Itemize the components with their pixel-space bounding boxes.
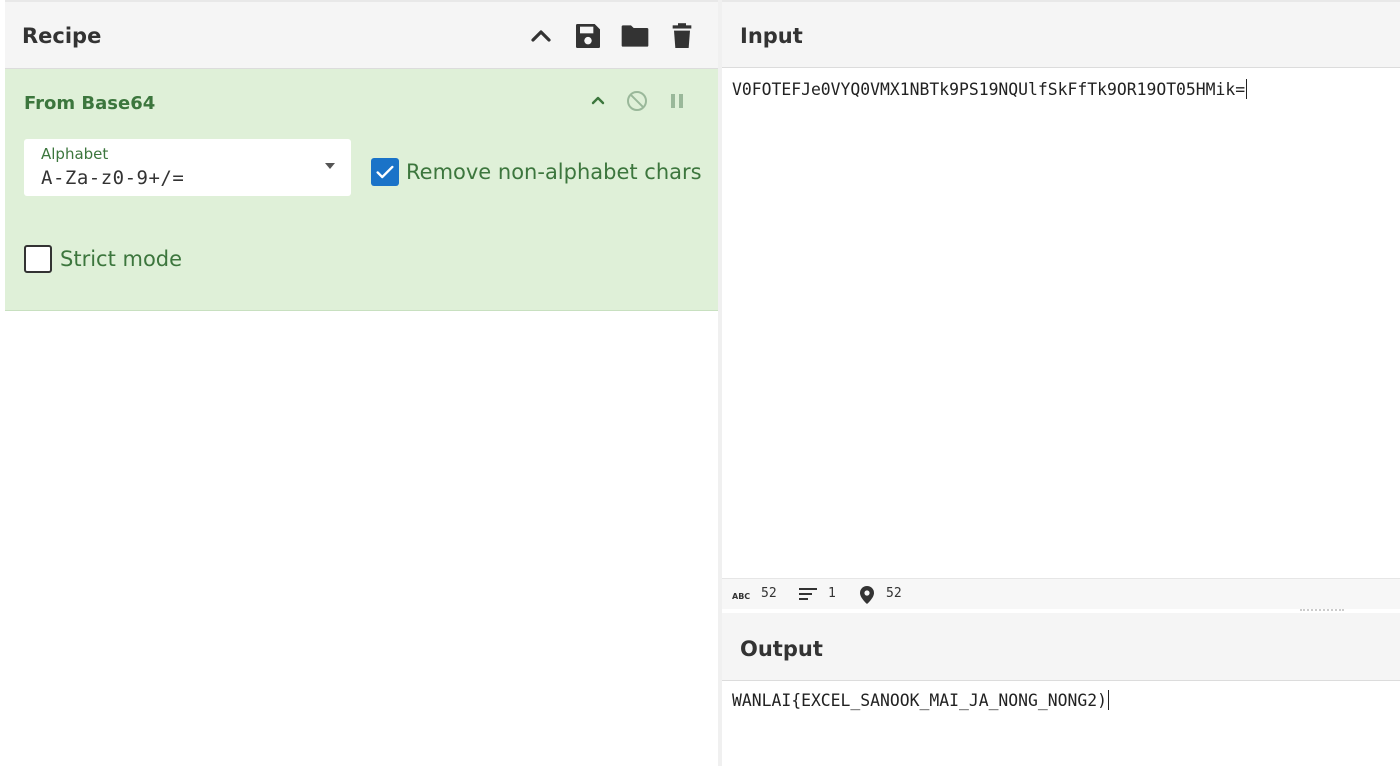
output-title: Output (740, 637, 823, 661)
alphabet-label: Alphabet (41, 145, 109, 163)
pause-icon[interactable] (665, 89, 689, 113)
output-header: Output (722, 613, 1400, 681)
check-icon (376, 165, 394, 179)
alphabet-select[interactable]: Alphabet A-Za-z0-9+/= (24, 139, 351, 196)
operation-from-base64: From Base64 Alphabet A-Za-z0-9+/= Remove… (5, 69, 718, 311)
input-header: Input (722, 0, 1400, 68)
svg-text:ABC: ABC (732, 592, 750, 601)
text-cursor (1107, 690, 1109, 710)
lines-icon (799, 587, 817, 605)
input-title: Input (740, 24, 803, 48)
chevron-down-icon (325, 163, 335, 169)
chevron-up-icon[interactable] (525, 20, 557, 52)
location-pin-icon (860, 586, 874, 608)
alphabet-value: A-Za-z0-9+/= (41, 167, 185, 189)
folder-icon[interactable] (619, 20, 651, 52)
input-status-bar: ABC 52 1 52 (722, 578, 1400, 609)
recipe-title: Recipe (22, 24, 102, 48)
length-value: 52 (761, 586, 777, 601)
strict-mode-label: Strict mode (60, 247, 183, 271)
position-value: 52 (886, 586, 902, 601)
input-textarea[interactable]: V0FOTEFJe0VYQ0VMX1NBTk9PS19NQUlfSkFfTk9O… (732, 79, 1248, 99)
output-text: WANLAI{EXCEL_SANOOK_MAI_JA_NONG_NONG2) (732, 691, 1107, 710)
trash-icon[interactable] (666, 20, 698, 52)
operation-title: From Base64 (24, 93, 156, 114)
recipe-header: Recipe (5, 0, 718, 69)
chevron-up-icon[interactable] (586, 89, 610, 113)
abc-length-icon: ABC (732, 589, 750, 605)
lines-value: 1 (828, 586, 836, 601)
save-icon[interactable] (572, 20, 604, 52)
remove-non-alphabet-checkbox[interactable] (371, 158, 399, 186)
output-textarea[interactable]: WANLAI{EXCEL_SANOOK_MAI_JA_NONG_NONG2) (732, 690, 1109, 710)
recipe-panel: Recipe From Base64 Alphabet A-Za-z0-9+/= (0, 0, 718, 766)
disable-icon[interactable] (625, 89, 649, 113)
text-cursor (1246, 79, 1248, 99)
strict-mode-checkbox[interactable] (24, 245, 52, 273)
remove-non-alphabet-label: Remove non-alphabet chars (406, 160, 702, 184)
input-text: V0FOTEFJe0VYQ0VMX1NBTk9PS19NQUlfSkFfTk9O… (732, 80, 1246, 99)
